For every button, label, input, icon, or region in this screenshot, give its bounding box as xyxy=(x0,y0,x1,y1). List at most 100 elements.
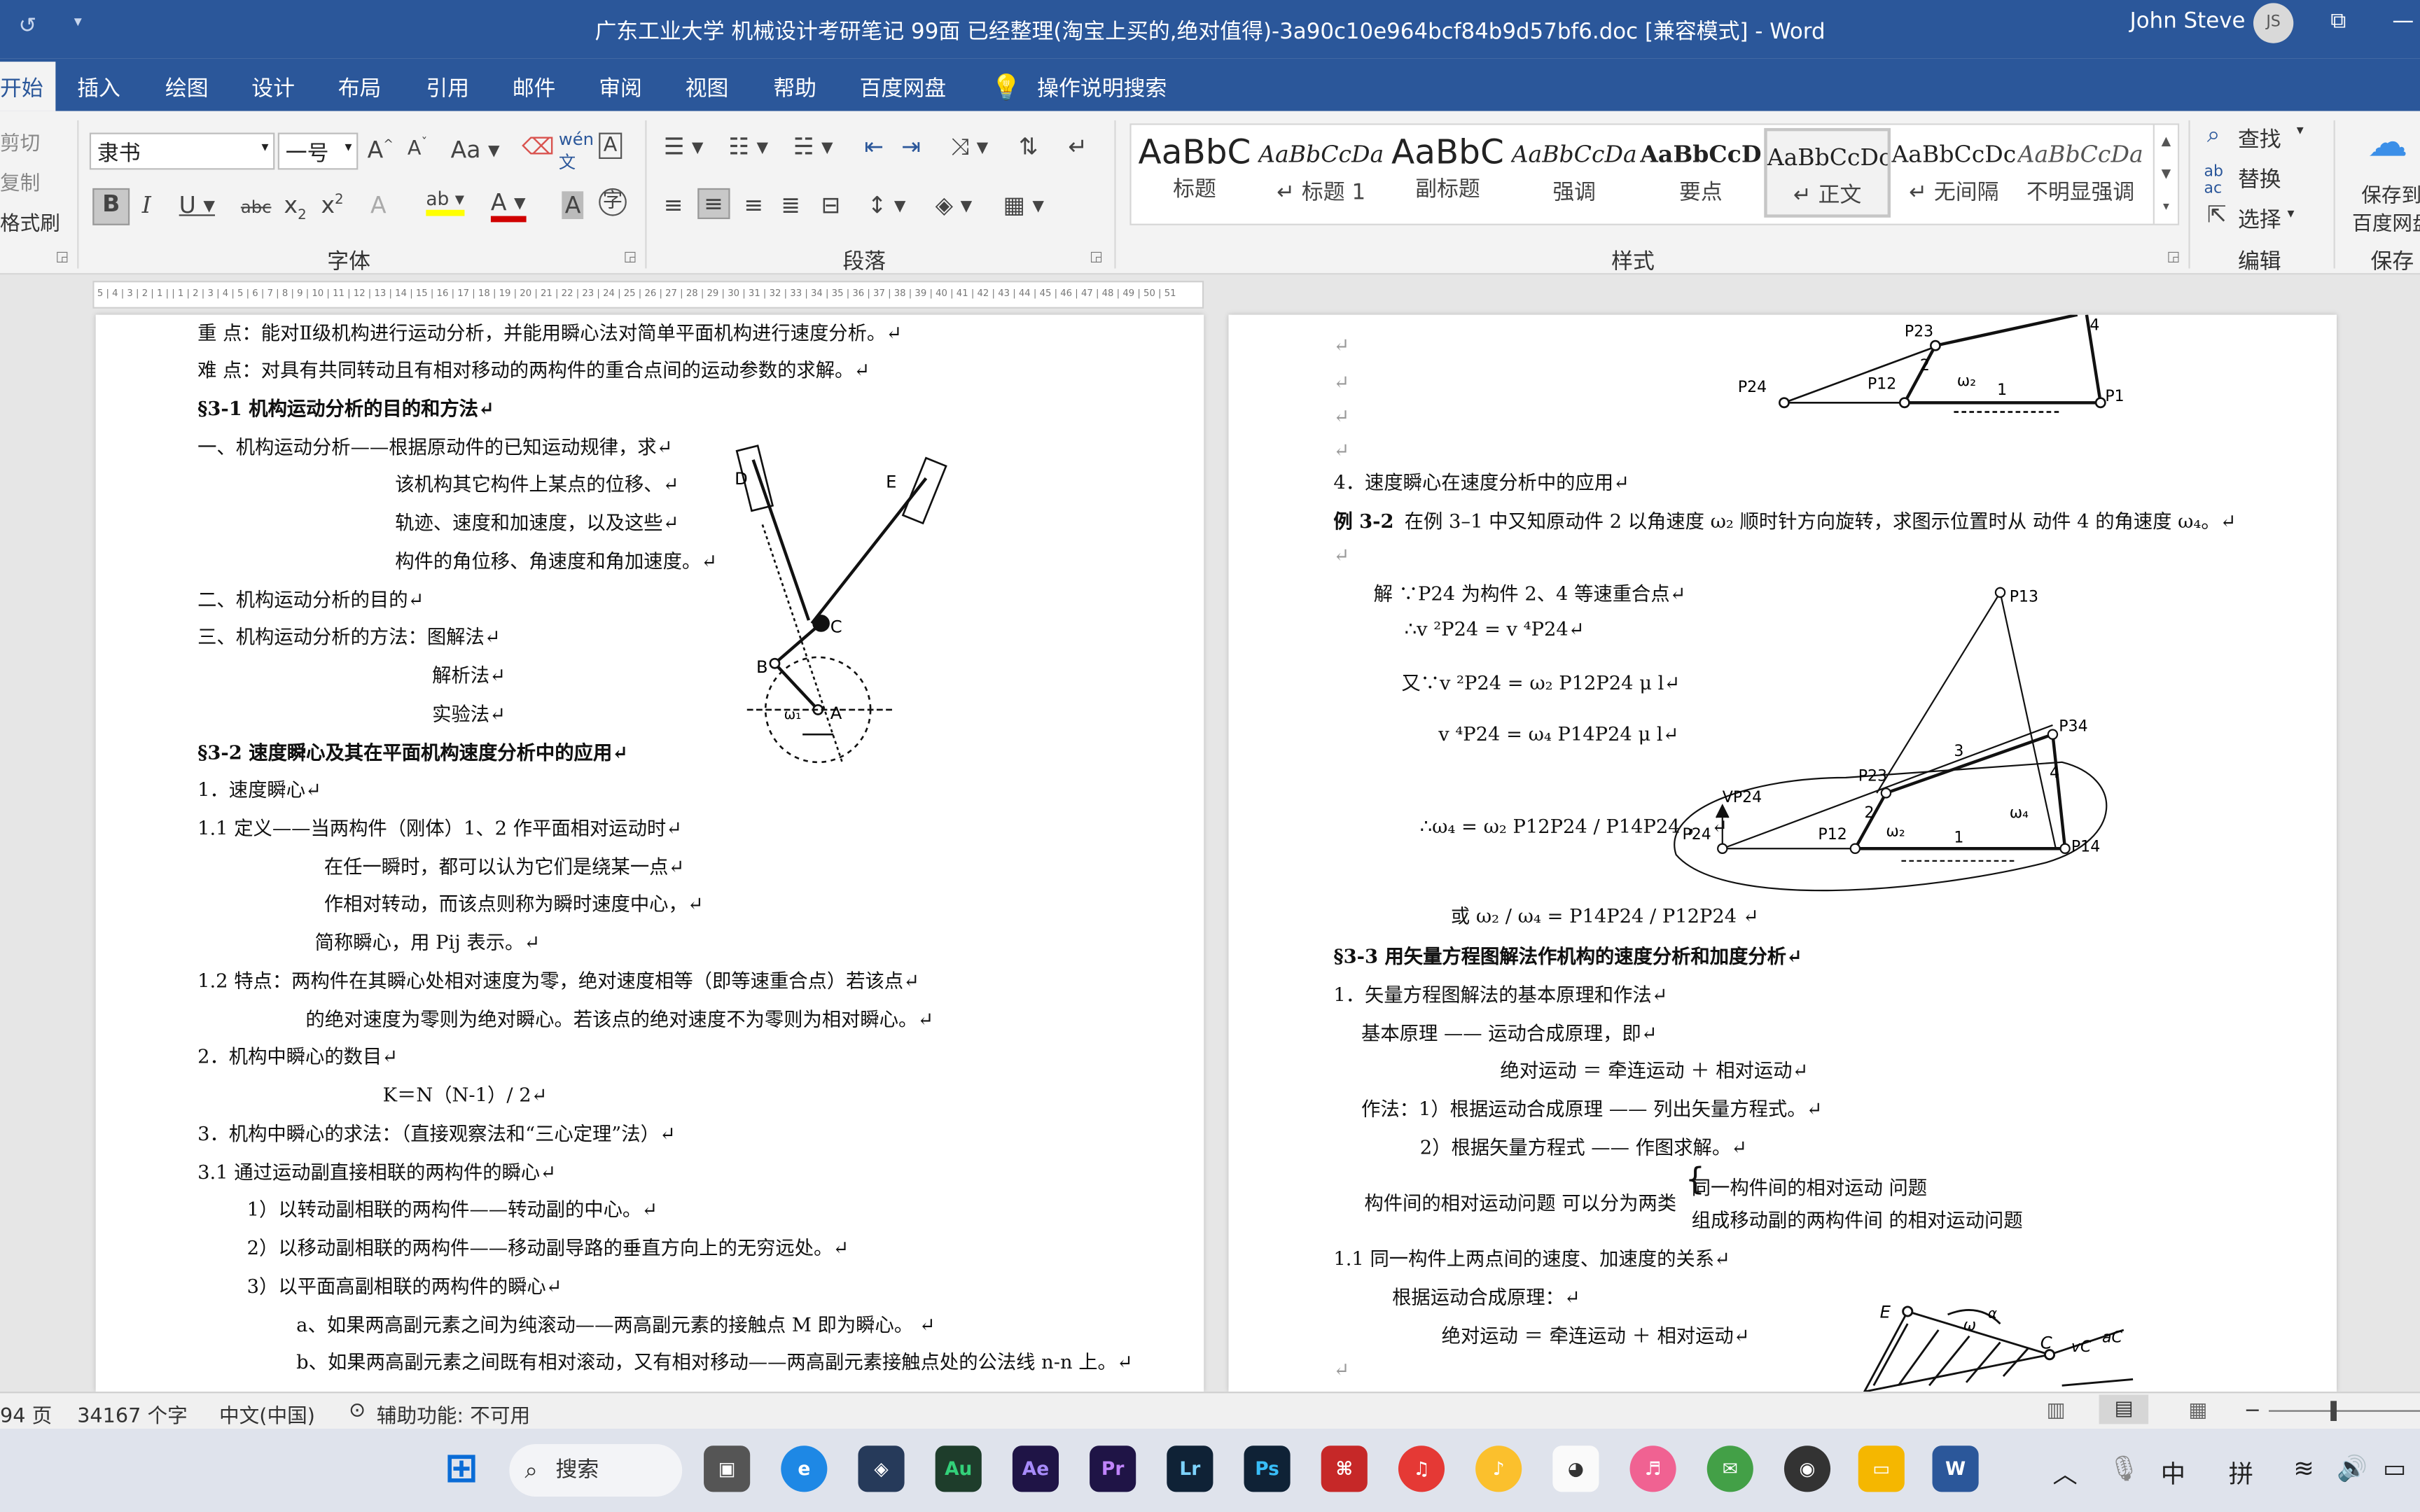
font-color-icon[interactable]: A ▾ xyxy=(490,188,526,223)
zoom-out-icon[interactable]: − xyxy=(2244,1399,2261,1422)
phonetic-guide-icon[interactable]: wén 文 xyxy=(559,130,594,174)
chinese-layout-icon[interactable]: ⤨ ▾ xyxy=(951,133,989,161)
style-subtitle[interactable]: AaBbC 副标题 xyxy=(1384,128,1511,218)
tab-view[interactable]: 视图 xyxy=(686,73,729,104)
increase-indent-icon[interactable]: ⇥ xyxy=(901,133,921,161)
style-subtle-emphasis[interactable]: AaBbCcDa 不明显强调 xyxy=(2017,128,2144,218)
taskbar-search[interactable]: ⌕ 搜索 xyxy=(509,1444,683,1497)
tell-me-search[interactable]: 操作说明搜索 xyxy=(1037,73,1167,104)
style-title[interactable]: AaBbC 标题 xyxy=(1132,128,1258,218)
tab-design[interactable]: 设计 xyxy=(251,73,295,104)
shading-icon[interactable]: ◈ ▾ xyxy=(936,191,973,219)
tab-baidu-netdisk[interactable]: 百度网盘 xyxy=(860,73,946,104)
find-icon[interactable]: ⌕ xyxy=(2207,120,2220,148)
volume-icon[interactable]: 🔊 xyxy=(2337,1453,2367,1483)
decrease-indent-icon[interactable]: ⇤ xyxy=(864,133,884,161)
style-no-spacing[interactable]: AaBbCcDc ↵ 无间隔 xyxy=(1891,128,2017,218)
tab-mailings[interactable]: 邮件 xyxy=(513,73,556,104)
after-effects-icon[interactable]: Ae xyxy=(1012,1446,1059,1492)
user-name[interactable]: John Steve xyxy=(2130,9,2246,34)
tab-layout[interactable]: 布局 xyxy=(338,73,382,104)
style-heading-1[interactable]: AaBbCcDa ↵ 标题 1 xyxy=(1258,128,1384,218)
line-spacing-icon[interactable]: ↕ ▾ xyxy=(868,191,906,219)
tray-overflow-icon[interactable]: ︿ xyxy=(2052,1453,2077,1490)
document-page-right[interactable]: ↵ ↵ ↵ ↵ P24 P23 P12 P14 4 1 2 ω₂ 4．速度瞬心在… xyxy=(1228,314,2337,1392)
wechat-icon[interactable]: ✉ xyxy=(1706,1446,1753,1492)
print-layout-icon[interactable]: ▤ xyxy=(2099,1394,2149,1424)
styles-scroll[interactable]: ▲ ▼ ▾ xyxy=(2153,125,2178,224)
select-button[interactable]: 选择 xyxy=(2238,204,2281,234)
style-emphasis[interactable]: AaBbCcDa 强调 xyxy=(1511,128,1638,218)
start-icon[interactable]: ⊞ xyxy=(438,1446,485,1492)
text-effects-icon[interactable]: A xyxy=(370,191,387,219)
style-strong[interactable]: AaBbCcD 要点 xyxy=(1638,128,1765,218)
character-shading-icon[interactable]: A xyxy=(562,191,584,219)
ribbon-display-icon[interactable]: ⧉ xyxy=(2330,9,2346,34)
photoshop-icon[interactable]: Ps xyxy=(1244,1446,1291,1492)
microphone-icon[interactable]: 🎙 xyxy=(2108,1453,2140,1483)
task-view-icon[interactable]: ▣ xyxy=(704,1446,751,1492)
clear-formatting-icon[interactable]: ⌫ xyxy=(522,133,555,161)
font-launcher-icon[interactable]: ◲ xyxy=(623,250,637,265)
page-count[interactable]: 94 页 xyxy=(0,1399,52,1429)
shrink-font-icon[interactable]: Aˇ xyxy=(408,136,427,161)
find-button[interactable]: 查找 xyxy=(2238,123,2281,154)
numbering-icon[interactable]: ☷ ▾ xyxy=(728,133,768,161)
character-border-icon[interactable]: A xyxy=(599,132,623,160)
baidu-cloud-icon[interactable]: ☁ xyxy=(2367,120,2407,167)
tab-insert[interactable]: 插入 xyxy=(77,73,120,104)
bold-icon[interactable]: B xyxy=(92,188,130,225)
avatar[interactable]: JS xyxy=(2253,3,2294,43)
copy-button[interactable]: 复制 xyxy=(0,167,40,196)
save-to-netdisk-button[interactable]: 保存到 xyxy=(2361,179,2420,208)
highlight-color-icon[interactable]: ab ▾ xyxy=(426,188,465,216)
tab-home[interactable]: 开始 xyxy=(0,62,56,111)
strikethrough-icon[interactable]: abc xyxy=(241,197,272,218)
borders-icon[interactable]: ▦ ▾ xyxy=(1003,191,1044,219)
superscript-icon[interactable]: x2 xyxy=(321,191,343,219)
align-right-icon[interactable]: ≡ xyxy=(744,191,763,219)
align-center-icon[interactable]: ≡ xyxy=(697,188,730,219)
document-page-left[interactable]: 重 点：能对Ⅱ级机构进行运动分析，并能用瞬心法对简单平面机构进行速度分析。↵ 难… xyxy=(95,314,1204,1392)
horizontal-ruler[interactable]: 5 | 4 | 3 | 2 | 1 | | 1 | 2 | 3 | 4 | 5 … xyxy=(92,281,1204,309)
qq-music-icon[interactable]: ♪ xyxy=(1475,1446,1522,1492)
cow-app-icon[interactable]: ◕ xyxy=(1552,1446,1599,1492)
select-dropdown-icon[interactable]: ▾ xyxy=(2287,206,2294,222)
acrobat-icon[interactable]: ⌘ xyxy=(1321,1446,1368,1492)
cut-button[interactable]: 剪切 xyxy=(0,127,40,156)
battery-icon[interactable]: ▭ xyxy=(2383,1453,2406,1483)
align-left-icon[interactable]: ≡ xyxy=(664,191,683,219)
layers-app-icon[interactable]: ◈ xyxy=(858,1446,905,1492)
show-marks-icon[interactable]: ↵ xyxy=(1068,133,1087,161)
audition-icon[interactable]: Au xyxy=(935,1446,982,1492)
change-case-icon[interactable]: Aa ▾ xyxy=(451,136,500,164)
distributed-icon[interactable]: ⊟ xyxy=(821,191,841,219)
zoom-slider-thumb[interactable] xyxy=(2330,1401,2337,1421)
multilevel-list-icon[interactable]: ☵ ▾ xyxy=(793,133,833,161)
word-icon[interactable]: W xyxy=(1932,1446,1979,1492)
tab-review[interactable]: 审阅 xyxy=(599,73,642,104)
subscript-icon[interactable]: x2 xyxy=(284,191,307,223)
minimize-icon[interactable]: — xyxy=(2392,9,2414,34)
clipboard-launcher-icon[interactable]: ◲ xyxy=(55,250,69,265)
replace-button[interactable]: 替换 xyxy=(2238,164,2281,195)
netease-music-icon[interactable]: ♫ xyxy=(1398,1446,1445,1492)
zoom-slider[interactable] xyxy=(2269,1410,2420,1412)
enclose-characters-icon[interactable]: 字 xyxy=(599,188,627,216)
tab-draw[interactable]: 绘图 xyxy=(165,73,209,104)
font-name-box[interactable]: 隶书 ▾ xyxy=(89,132,275,170)
tab-help[interactable]: 帮助 xyxy=(773,73,816,104)
premiere-icon[interactable]: Pr xyxy=(1090,1446,1136,1492)
web-layout-icon[interactable]: ▦ xyxy=(2188,1399,2207,1422)
justify-icon[interactable]: ≣ xyxy=(781,191,800,219)
obs-icon[interactable]: ◉ xyxy=(1783,1446,1831,1492)
style-normal[interactable]: AaBbCcDc ↵ 正文 xyxy=(1764,127,1891,218)
select-icon[interactable]: ⇱ xyxy=(2207,201,2227,229)
find-dropdown-icon[interactable]: ▾ xyxy=(2297,123,2304,139)
bullets-icon[interactable]: ☰ ▾ xyxy=(664,133,704,161)
ime-mode[interactable]: 中 xyxy=(2161,1453,2185,1490)
replace-icon[interactable]: ab ac xyxy=(2204,164,2223,197)
netdisk-label[interactable]: 百度网盘 xyxy=(2352,206,2420,236)
grow-font-icon[interactable]: A^ xyxy=(368,136,394,164)
itunes-icon[interactable]: ♬ xyxy=(1629,1446,1676,1492)
